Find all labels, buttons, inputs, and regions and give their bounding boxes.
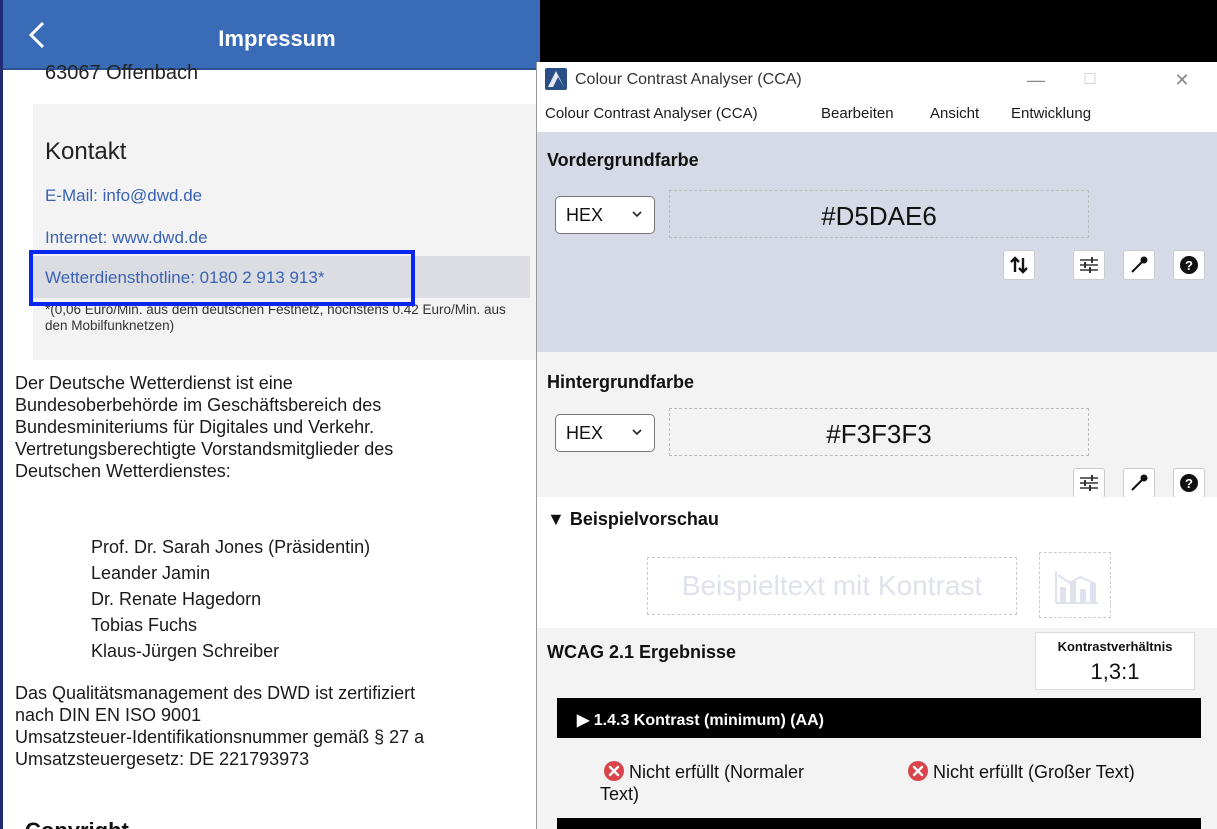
window-title: Colour Contrast Analyser (CCA) (575, 71, 802, 88)
background-sliders-button[interactable] (1073, 468, 1105, 498)
list-item: Tobias Fuchs (91, 615, 198, 635)
background-help-button[interactable]: ? (1173, 468, 1205, 498)
cca-window: Colour Contrast Analyser (CCA) — ☐ ✕ Col… (536, 62, 1217, 829)
result-normal-text: Nicht erfüllt (Normaler Text) (600, 760, 805, 805)
paragraph-line: Vertretungsberechtigte Vorstandsmitglied… (15, 439, 394, 459)
svg-text:?: ? (1185, 476, 1193, 491)
eyedropper-icon (1131, 474, 1148, 491)
hotline-note: *(0,06 Euro/Min. aus dem deutschen Festn… (45, 302, 506, 333)
result-normal-line1: Nicht erfüllt (Normaler (629, 762, 805, 782)
foreground-sliders-button[interactable] (1073, 250, 1105, 280)
help-icon: ? (1180, 256, 1198, 274)
paragraph-line: Das Qualitätsmanagement des DWD ist zert… (15, 683, 416, 703)
preview-chart-image (1039, 552, 1111, 618)
background-hex-value: #F3F3F3 (826, 419, 932, 449)
foreground-hex-input[interactable]: #D5DAE6 (669, 190, 1089, 238)
foreground-section: Vordergrundfarbe HEX #D5DAE6 ? (537, 132, 1217, 352)
criterion-1-4-3-toggle[interactable]: ▶ 1.4.3 Kontrast (minimum) (AA) (557, 698, 1201, 738)
results-section: WCAG 2.1 Ergebnisse Kontrastverhältnis 1… (537, 628, 1217, 829)
list-item: Klaus-Jürgen Schreiber (91, 641, 280, 661)
background-hex-input[interactable]: #F3F3F3 (669, 408, 1089, 456)
contact-section: Kontakt E-Mail: info@dwd.de Internet: ww… (33, 104, 540, 360)
fail-icon (604, 761, 624, 781)
preview-text-box: Beispieltext mit Kontrast (647, 557, 1017, 615)
foreground-eyedropper-button[interactable] (1123, 250, 1155, 280)
fail-icon (908, 761, 928, 781)
hotline-row[interactable]: Wetterdiensthotline: 0180 2 913 913* (33, 256, 530, 298)
foreground-format-select[interactable]: HEX (555, 196, 655, 234)
paragraph-line: nach DIN EN ISO 9001 (15, 705, 202, 725)
address-line-cutoff: 63067 Offenbach (45, 62, 199, 84)
minimize-button[interactable]: — (1013, 66, 1059, 94)
board-members-list: Prof. Dr. Sarah Jones (Präsidentin) Lean… (91, 534, 370, 664)
result-normal-line2: Text) (600, 784, 640, 804)
internet-link[interactable]: Internet: www.dwd.de (45, 228, 208, 248)
paragraph-line: Umsatzsteuergesetz: DE 221793973 (15, 749, 310, 769)
title-bar[interactable]: Colour Contrast Analyser (CCA) — ☐ ✕ (537, 62, 1217, 98)
background-eyedropper-button[interactable] (1123, 468, 1155, 498)
preview-toggle[interactable]: ▼ Beispielvorschau (547, 509, 719, 530)
paragraph-line: Bundesoberbehörde im Geschäftsbereich de… (15, 395, 382, 415)
svg-text:?: ? (1185, 258, 1193, 273)
format-value: HEX (566, 205, 604, 225)
list-item: Dr. Renate Hagedorn (91, 589, 262, 609)
menu-ansicht[interactable]: Ansicht (930, 105, 979, 122)
format-value: HEX (566, 423, 604, 443)
preview-section: ▼ Beispielvorschau Beispieltext mit Kont… (537, 497, 1217, 627)
maximize-button[interactable]: ☐ (1067, 66, 1113, 94)
menu-entwicklung[interactable]: Entwicklung (1011, 105, 1091, 122)
foreground-hex-value: #D5DAE6 (821, 201, 937, 231)
paragraph-line: Deutschen Wetterdienstes: (15, 461, 231, 481)
chevron-down-icon (632, 211, 642, 218)
preview-sample-text: Beispieltext mit Kontrast (681, 570, 983, 601)
nav-bar: Impressum (3, 0, 540, 70)
list-item: Leander Jamin (91, 563, 211, 583)
menu-bearbeiten[interactable]: Bearbeiten (821, 105, 894, 122)
sliders-icon (1080, 257, 1098, 273)
background-section: Hintergrundfarbe HEX #F3F3F3 ? (537, 352, 1217, 498)
app-screen: Impressum 63067 Offenbach Kontakt E-Mail… (0, 0, 540, 829)
swap-arrows-icon (1010, 256, 1028, 274)
foreground-heading: Vordergrundfarbe (547, 150, 699, 170)
sliders-icon (1080, 475, 1098, 491)
help-icon: ? (1180, 474, 1198, 492)
close-button[interactable]: ✕ (1159, 66, 1205, 94)
next-criterion-cutoff[interactable] (557, 818, 1201, 829)
page-title: Impressum (218, 26, 336, 51)
list-item: Prof. Dr. Sarah Jones (Präsidentin) (91, 537, 371, 557)
contrast-ratio-value: 1,3:1 (1090, 659, 1140, 684)
paragraph-line: Der Deutsche Wetterdienst ist eine (15, 373, 293, 393)
email-link[interactable]: E-Mail: info@dwd.de (45, 186, 202, 206)
contrast-ratio-label: Kontrastverhältnis (1057, 639, 1173, 654)
chevron-down-icon (632, 429, 642, 436)
paragraph-line: Bundesminiteriums für Digitales und Verk… (15, 417, 375, 437)
contrast-ratio-box: Kontrastverhältnis 1,3:1 (1035, 632, 1195, 690)
paragraph-line: Umsatzsteuer-Identifikationsnummer gemäß… (15, 727, 425, 747)
hotline-link[interactable]: Wetterdiensthotline: 0180 2 913 913* (45, 268, 324, 288)
cca-app-icon (545, 68, 567, 90)
swap-colors-button[interactable] (1003, 250, 1035, 280)
result-large-text: Nicht erfüllt (Großer Text) (907, 760, 1135, 783)
results-heading: WCAG 2.1 Ergebnisse (547, 642, 737, 662)
menu-cca[interactable]: Colour Contrast Analyser (CCA) (545, 105, 758, 122)
chart-icon (1055, 571, 1098, 604)
criterion-label: ▶ 1.4.3 Kontrast (minimum) (AA) (577, 712, 824, 729)
eyedropper-icon (1131, 256, 1148, 273)
desktop-background (540, 0, 1217, 62)
copyright-heading-cutoff: Copyright (25, 818, 129, 829)
foreground-help-button[interactable]: ? (1173, 250, 1205, 280)
contact-heading: Kontakt (45, 138, 127, 165)
menu-bar: Colour Contrast Analyser (CCA) Bearbeite… (537, 100, 1217, 130)
background-format-select[interactable]: HEX (555, 414, 655, 452)
background-heading: Hintergrundfarbe (547, 372, 695, 392)
result-large-label: Nicht erfüllt (Großer Text) (933, 762, 1135, 782)
